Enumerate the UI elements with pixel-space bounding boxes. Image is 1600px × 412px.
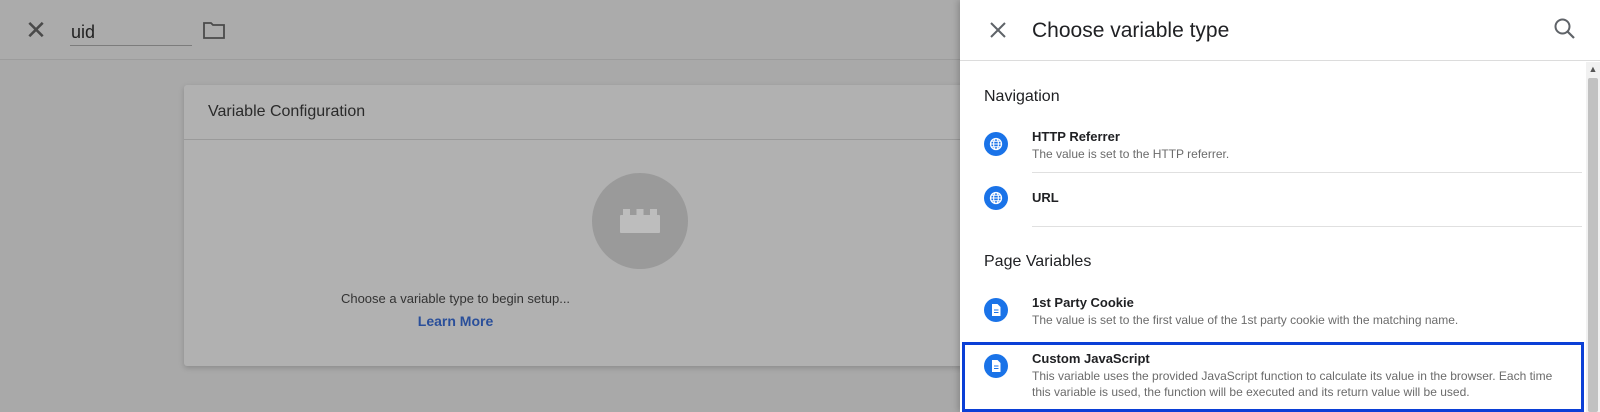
card-divider — [184, 139, 984, 140]
section-page-variables: Page Variables — [984, 253, 1092, 270]
variable-name-input[interactable]: uid — [70, 18, 192, 46]
globe-icon — [984, 132, 1008, 156]
empty-message: Choose a variable type to begin setup... — [340, 291, 571, 306]
scroll-up-arrow[interactable]: ▲ — [1586, 62, 1600, 76]
editor-header: ✕ uid — [0, 0, 960, 60]
learn-more-link[interactable]: Learn More — [0, 313, 911, 329]
choose-variable-type-panel: Choose variable type ▲ Navigation HTTP R… — [960, 0, 1600, 412]
selection-highlight — [962, 342, 1584, 412]
brick-icon — [620, 209, 660, 233]
item-title: 1st Party Cookie — [1032, 295, 1134, 310]
globe-icon — [984, 186, 1008, 210]
item-divider — [1032, 226, 1582, 227]
variable-type-placeholder[interactable] — [592, 173, 688, 269]
close-icon[interactable]: ✕ — [22, 16, 50, 44]
panel-title: Choose variable type — [1032, 19, 1230, 42]
variable-type-url[interactable]: URL — [984, 174, 1582, 227]
item-description: The value is set to the HTTP referrer. — [1032, 147, 1230, 161]
variable-type-1st-party-cookie[interactable]: 1st Party Cookie The value is set to the… — [984, 288, 1580, 336]
variable-configuration-card: Variable Configuration Choose a variable… — [184, 85, 984, 366]
item-description: The value is set to the first value of t… — [1032, 313, 1459, 327]
card-title: Variable Configuration — [208, 103, 366, 120]
scrollbar-thumb[interactable] — [1588, 78, 1598, 412]
variable-type-http-referrer[interactable]: HTTP Referrer The value is set to the HT… — [984, 122, 1582, 173]
folder-icon[interactable] — [202, 20, 226, 40]
search-icon[interactable] — [1552, 16, 1578, 42]
section-navigation: Navigation — [984, 88, 1060, 105]
item-title: URL — [1032, 190, 1059, 205]
panel-header: Choose variable type — [960, 0, 1600, 61]
close-icon[interactable] — [984, 16, 1012, 44]
item-title: HTTP Referrer — [1032, 129, 1120, 144]
document-icon — [984, 298, 1008, 322]
item-divider — [1032, 172, 1582, 173]
